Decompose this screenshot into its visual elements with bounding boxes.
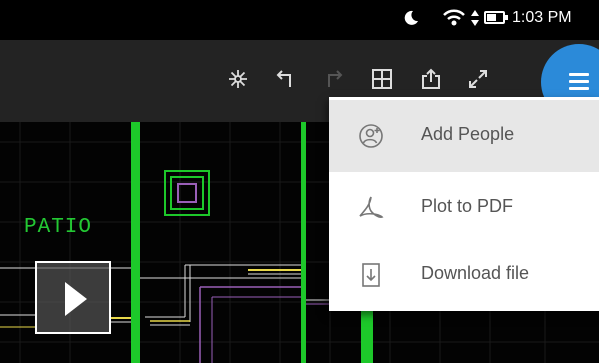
undo-icon[interactable] bbox=[269, 62, 303, 96]
room-label-patio: PATIO bbox=[24, 216, 93, 239]
data-transfer-icon bbox=[470, 9, 480, 32]
menu-item-download-file[interactable]: Download file bbox=[329, 239, 599, 311]
fullscreen-icon[interactable] bbox=[461, 62, 495, 96]
battery-icon bbox=[484, 11, 508, 24]
column-mark bbox=[177, 183, 197, 203]
status-bar: 1:03 PM bbox=[0, 0, 599, 40]
download-file-icon bbox=[357, 261, 385, 289]
redo-icon[interactable] bbox=[316, 62, 350, 96]
add-people-icon bbox=[357, 122, 385, 150]
menu-item-label: Add People bbox=[421, 124, 515, 144]
menu-item-plot-to-pdf[interactable]: Plot to PDF bbox=[329, 172, 599, 244]
layout-icon[interactable] bbox=[365, 62, 399, 96]
menu-icon bbox=[569, 73, 589, 91]
share-icon[interactable] bbox=[414, 62, 448, 96]
snap-icon[interactable] bbox=[221, 62, 255, 96]
menu-item-label: Plot to PDF bbox=[421, 196, 514, 216]
menu-item-label: Download file bbox=[421, 263, 530, 283]
overflow-menu: Add People Plot to PDF Download file bbox=[329, 97, 599, 311]
moon-icon bbox=[402, 9, 420, 32]
wifi-icon bbox=[443, 9, 465, 32]
status-clock: 1:03 PM bbox=[512, 9, 572, 26]
pdf-icon bbox=[357, 194, 385, 222]
play-icon bbox=[65, 282, 87, 316]
play-video-button[interactable] bbox=[35, 261, 111, 334]
menu-item-add-people[interactable]: Add People bbox=[329, 100, 599, 172]
